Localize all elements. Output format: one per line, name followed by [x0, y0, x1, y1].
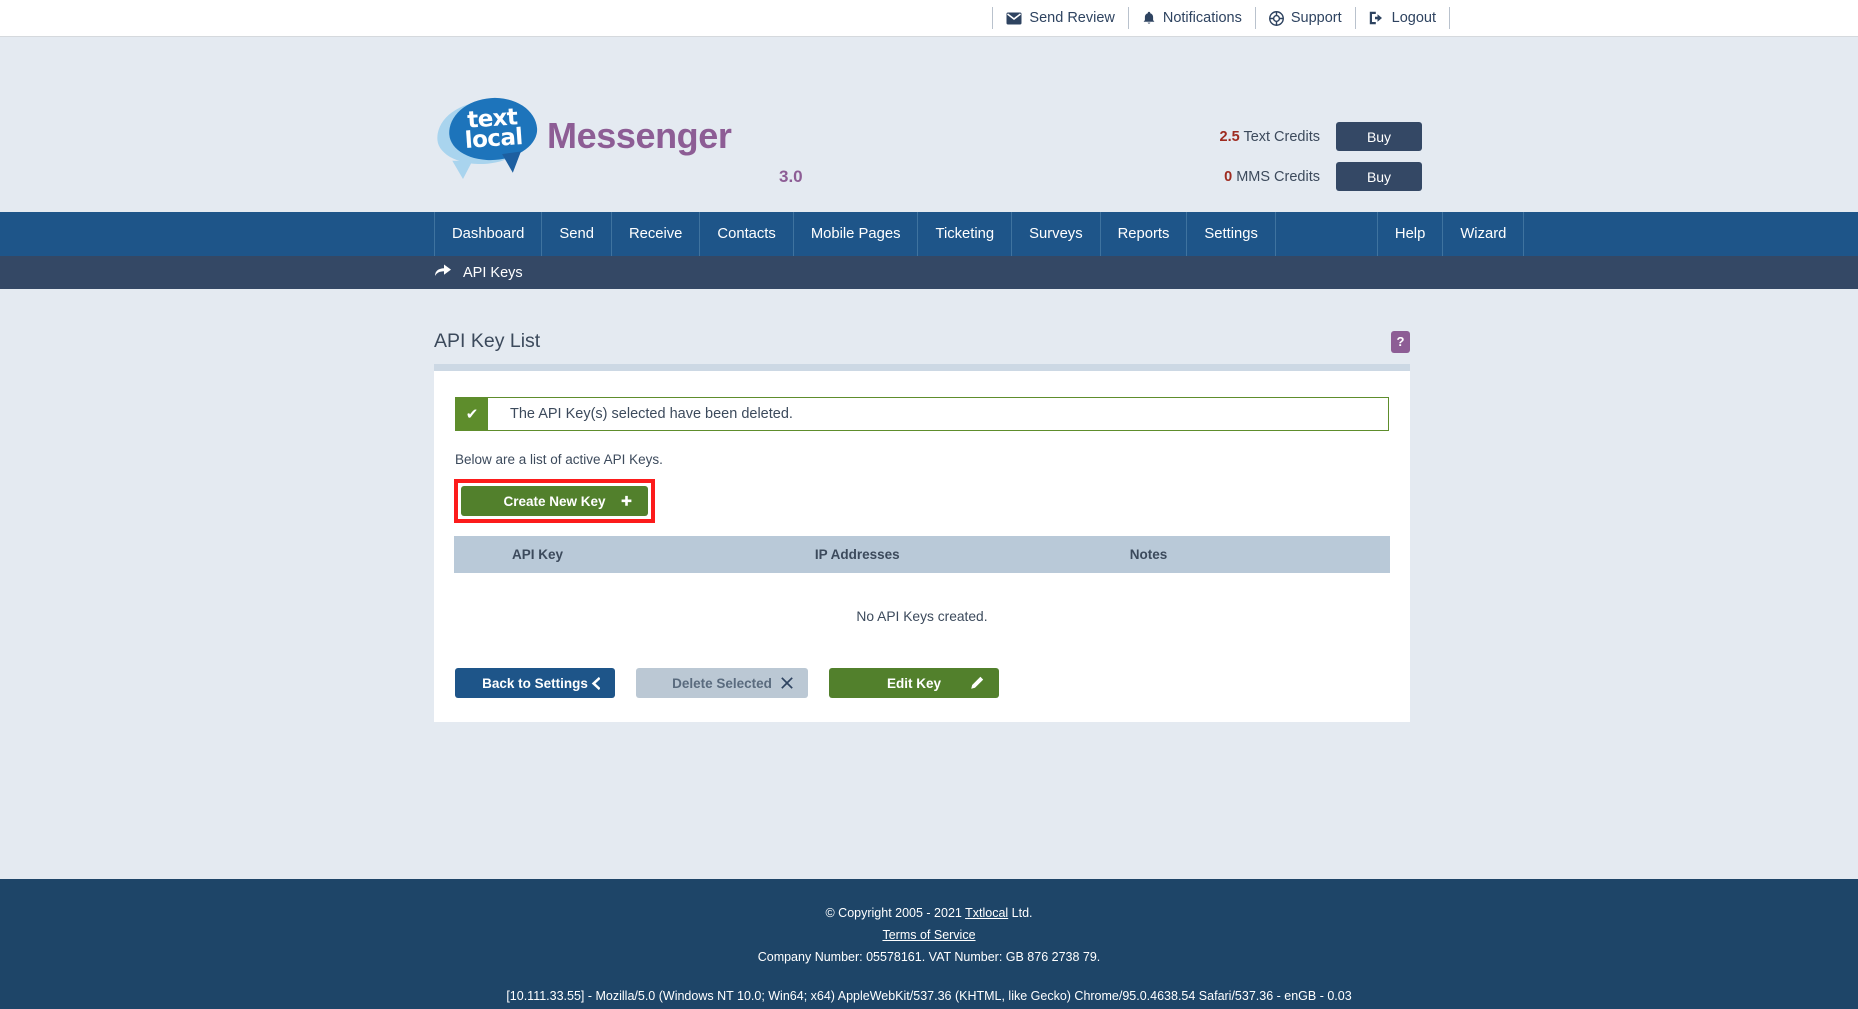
send-review-label: Send Review: [1029, 10, 1115, 26]
page-body: API Key List ? ✔ The API Key(s) selected…: [0, 289, 1858, 879]
delete-selected-button[interactable]: Delete Selected: [636, 668, 808, 698]
api-keys-table: API Key IP Addresses Notes No API Keys c…: [454, 536, 1390, 664]
support-label: Support: [1290, 10, 1342, 26]
table-header-row: API Key IP Addresses Notes: [454, 536, 1390, 573]
nav-item-help[interactable]: Help: [1378, 212, 1444, 256]
list-description: Below are a list of active API Keys.: [455, 452, 663, 467]
help-icon[interactable]: ?: [1391, 330, 1410, 353]
send-review-link[interactable]: Send Review: [992, 7, 1127, 29]
mms-credits-label: 0 MMS Credits: [1224, 169, 1320, 185]
alert-message: The API Key(s) selected have been delete…: [510, 406, 793, 422]
nav-spacer: [1276, 212, 1378, 256]
terms-of-service-link[interactable]: Terms of Service: [882, 928, 975, 942]
content-container: API Key List ? ✔ The API Key(s) selected…: [434, 330, 1410, 722]
pencil-icon: [970, 676, 984, 690]
lifebuoy-icon: [1268, 10, 1284, 26]
nav-item-surveys[interactable]: Surveys: [1012, 212, 1101, 256]
back-to-settings-button[interactable]: Back to Settings: [455, 668, 615, 698]
main-navigation: Dashboard Send Receive Contacts Mobile P…: [0, 212, 1858, 256]
page-title-row: API Key List ?: [434, 330, 1410, 353]
top-utility-bar: Send Review Notifications Support Logout: [0, 0, 1858, 37]
edit-key-button[interactable]: Edit Key: [829, 668, 999, 698]
page-footer: © Copyright 2005 - 2021 Txtlocal Ltd. Te…: [0, 879, 1858, 1009]
nav-item-reports[interactable]: Reports: [1101, 212, 1188, 256]
cross-icon: [781, 677, 793, 689]
nav-item-send[interactable]: Send: [542, 212, 612, 256]
column-api-key: API Key: [454, 536, 763, 573]
mms-credits-unit: MMS Credits: [1232, 168, 1320, 185]
logout-link[interactable]: Logout: [1354, 7, 1450, 29]
success-alert: ✔ The API Key(s) selected have been dele…: [455, 397, 1389, 431]
table-header: API Key IP Addresses Notes: [454, 536, 1390, 573]
table-body: No API Keys created.: [454, 573, 1390, 664]
envelope-icon: [1006, 12, 1022, 25]
sign-out-icon: [1369, 11, 1385, 25]
text-credits-amount: 2.5: [1219, 128, 1240, 145]
breadcrumb-label[interactable]: API Keys: [463, 265, 523, 281]
brand-name: Messenger: [547, 114, 732, 156]
page-title: API Key List: [434, 330, 541, 352]
textlocal-logo-icon: text local: [434, 95, 541, 173]
user-agent-line: [10.111.33.55] - Mozilla/5.0 (Windows NT…: [506, 988, 1352, 1003]
column-ip-addresses: IP Addresses: [762, 536, 1072, 573]
chevron-left-icon: [591, 676, 600, 690]
notifications-link[interactable]: Notifications: [1127, 7, 1255, 29]
terms-line: Terms of Service: [0, 925, 1858, 947]
nav-item-mobile-pages[interactable]: Mobile Pages: [794, 212, 919, 256]
logout-label: Logout: [1391, 10, 1436, 26]
mms-credits-row: 0 MMS Credits Buy: [1220, 162, 1422, 191]
api-key-card: ✔ The API Key(s) selected have been dele…: [434, 364, 1410, 722]
brand-version: 3.0: [779, 166, 803, 186]
share-arrow-icon: [434, 263, 452, 282]
support-link[interactable]: Support: [1254, 7, 1355, 29]
action-button-row: Back to Settings Delete Selected Edit Ke…: [454, 668, 1390, 698]
logo[interactable]: text local Messenger 3.0: [434, 95, 803, 186]
table-empty-message: No API Keys created.: [856, 609, 988, 624]
nav-item-wizard[interactable]: Wizard: [1443, 212, 1525, 256]
plus-icon: [620, 495, 633, 508]
nav-item-contacts[interactable]: Contacts: [700, 212, 794, 256]
text-credits-label: 2.5 Text Credits: [1220, 129, 1321, 145]
bell-icon: [1142, 11, 1156, 26]
copyright-suffix: Ltd.: [1008, 906, 1033, 920]
nav-item-ticketing[interactable]: Ticketing: [918, 212, 1013, 256]
logo-text-line2: local: [463, 123, 524, 154]
column-notes: Notes: [1071, 536, 1390, 573]
check-icon: ✔: [456, 398, 488, 430]
breadcrumb: API Keys: [0, 256, 1858, 289]
copyright-prefix: © Copyright 2005 - 2021: [825, 906, 966, 920]
nav-item-receive[interactable]: Receive: [612, 212, 701, 256]
create-new-key-button[interactable]: Create New Key: [461, 486, 648, 516]
page-header: text local Messenger 3.0 2.5 Text Credit…: [0, 37, 1858, 212]
credits-panel: 2.5 Text Credits Buy 0 MMS Credits Buy: [1220, 122, 1422, 191]
copyright-line: © Copyright 2005 - 2021 Txtlocal Ltd.: [0, 903, 1858, 925]
buy-text-credits-button[interactable]: Buy: [1336, 122, 1422, 151]
buy-mms-credits-button[interactable]: Buy: [1336, 162, 1422, 191]
text-credits-row: 2.5 Text Credits Buy: [1220, 122, 1422, 151]
mms-credits-amount: 0: [1224, 168, 1233, 185]
nav-item-dashboard[interactable]: Dashboard: [434, 212, 543, 256]
txtlocal-link[interactable]: Txtlocal: [965, 906, 1008, 920]
table-empty-row: No API Keys created.: [454, 573, 1390, 664]
notifications-label: Notifications: [1162, 10, 1242, 26]
nav-item-settings[interactable]: Settings: [1187, 212, 1276, 256]
text-credits-unit: Text Credits: [1239, 128, 1320, 145]
company-number-line: Company Number: 05578161. VAT Number: GB…: [757, 949, 1101, 964]
create-new-key-highlight: Create New Key: [454, 479, 655, 523]
